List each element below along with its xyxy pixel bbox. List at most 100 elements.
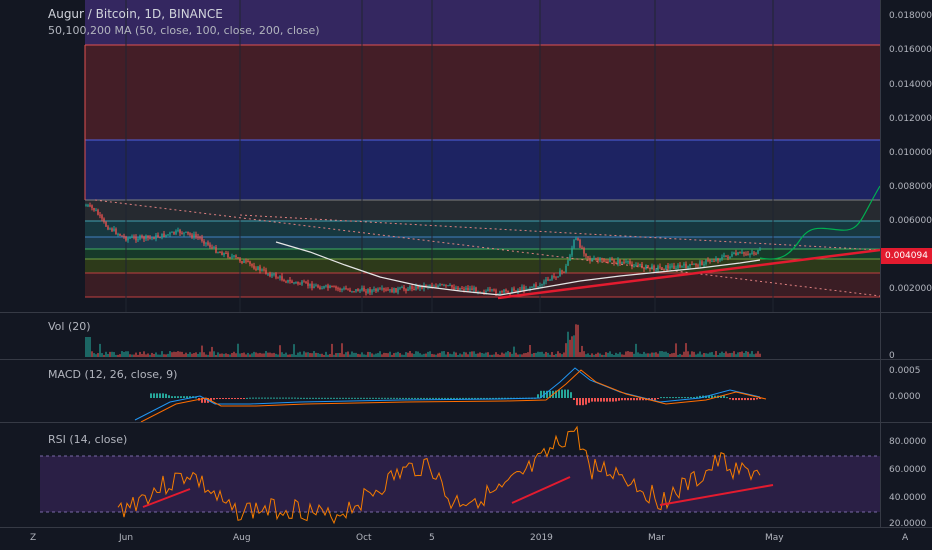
volume-bar [131,354,133,357]
volume-bar [513,346,515,357]
candle-body [151,237,153,239]
timezone-icon[interactable]: Z [30,533,36,543]
candle-body [89,205,91,207]
candle-body [239,258,241,262]
macd-histogram-bar [327,397,329,399]
price-chart[interactable] [0,0,880,312]
candle-body [669,266,671,269]
candle-body [399,287,401,289]
volume-bar [327,354,329,357]
volume-bar [721,351,723,357]
macd-histogram-bar [624,398,626,401]
candle-body [737,252,739,255]
volume-pane[interactable]: Vol (20) [0,313,880,359]
candle-body [201,237,203,242]
macd-histogram-bar [333,397,335,399]
volume-label[interactable]: Vol (20) [48,320,91,333]
candle-body [549,279,551,281]
time-axis[interactable]: Z Jun Aug Oct 5 2019 Mar May A [0,528,932,550]
volume-bar [617,353,619,357]
candle-body [441,284,443,286]
volume-bar [163,354,165,357]
volume-bar [379,351,381,357]
macd-histogram-bar [186,396,188,398]
volume-bar [519,354,521,357]
volume-bar [179,351,181,357]
volume-bar [323,354,325,357]
volume-bar [351,351,353,357]
ma-legend[interactable]: 50,100,200 MA (50, close, 100, close, 20… [48,24,320,37]
macd-pane[interactable]: MACD (12, 26, close, 9) [0,360,880,422]
macd-line [134,367,761,421]
candle-body [335,286,337,289]
auto-scale-icon[interactable]: A [902,533,908,543]
candle-body [299,283,301,285]
volume-bar [467,354,469,357]
macd-histogram-bar [267,397,269,399]
rsi-axis[interactable]: 80.0000 60.0000 40.0000 20.0000 [880,423,932,529]
candle-body [359,290,361,292]
fib-zone-blue [85,140,880,200]
candle-body [591,259,593,261]
candle-body [123,235,125,237]
candle-body [581,247,583,249]
macd-histogram-bar [621,398,623,401]
candle-body [413,288,415,290]
volume-bar [227,354,229,357]
candle-body [535,284,537,287]
volume-bar [335,353,337,357]
candle-body [183,232,185,234]
macd-histogram-bar [567,389,569,398]
candle-body [379,288,381,290]
macd-histogram-bar [654,398,656,401]
macd-histogram-bar [162,393,164,398]
candle-body [739,252,741,254]
volume-bar [241,353,243,357]
volume-bar [101,353,103,357]
candle-body [583,248,585,254]
macd-histogram-bar [231,398,233,399]
macd-histogram-bar [297,397,299,399]
macd-histogram-bar [180,396,182,398]
candle-body [405,289,407,291]
volume-bar [571,336,573,357]
price-axis[interactable]: 0.018000 0.016000 0.014000 0.012000 0.01… [880,0,932,312]
macd-histogram-bar [330,397,332,399]
volume-bar [449,353,451,357]
candle-body [719,259,721,261]
macd-label[interactable]: MACD (12, 26, close, 9) [48,368,177,381]
volume-bar [139,351,141,357]
volume-axis[interactable]: 0 [880,313,932,361]
rsi-label[interactable]: RSI (14, close) [48,433,127,446]
macd-histogram-bar [420,397,422,399]
candle-body [539,285,541,287]
candle-body [191,234,193,238]
candle-body [605,261,607,263]
volume-bar [473,351,475,357]
volume-bar [165,354,167,357]
macd-histogram-bar [381,397,383,399]
candle-body [323,286,325,289]
candle-body [119,233,121,236]
candle-body [137,239,139,241]
volume-bar [521,354,523,357]
volume-bar [181,351,183,357]
rsi-pane[interactable]: RSI (14, close) [0,423,880,527]
price-pane[interactable]: Augur / Bitcoin, 1D, BINANCE 50,100,200 … [0,0,880,312]
macd-histogram-bar [300,397,302,399]
candle-body [717,258,719,261]
macd-axis[interactable]: 0.0005 0.0000 [880,360,932,422]
volume-bar [115,354,117,357]
candle-body [345,288,347,290]
candle-body [573,239,575,248]
macd-histogram-bar [282,397,284,399]
candle-body [735,252,737,255]
candle-body [445,284,447,286]
candle-body [601,258,603,260]
volume-bar [725,351,727,357]
macd-histogram-bar [441,397,443,399]
candle-body [273,273,275,275]
candle-body [163,233,165,237]
candle-body [187,231,189,234]
candle-body [565,265,567,272]
